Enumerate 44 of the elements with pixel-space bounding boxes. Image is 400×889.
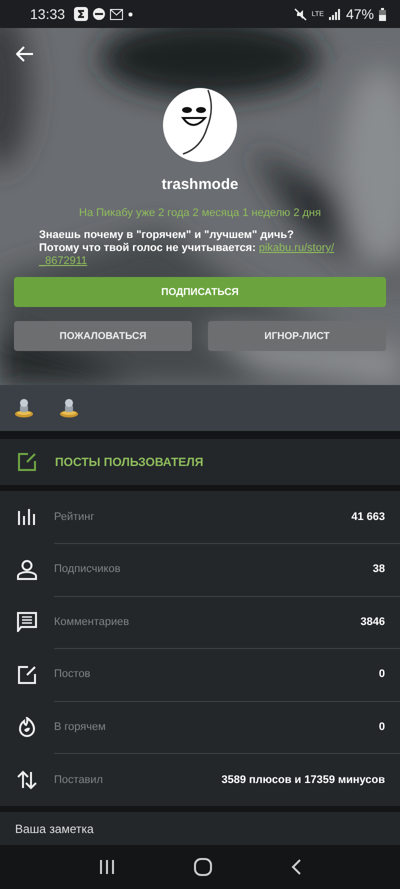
stat-value: 38 [372, 563, 385, 576]
story-link[interactable]: pikabu.ru/story/ [258, 242, 334, 254]
edit-icon [17, 664, 37, 685]
stat-value: 0 [378, 720, 385, 733]
signal-icon [328, 8, 341, 20]
stat-label: Комментариев [54, 616, 130, 628]
stat-label: Поставил [54, 774, 103, 786]
trophy-icon [59, 398, 79, 418]
circle-icon [93, 8, 106, 20]
stat-value: 3846 [360, 616, 385, 628]
ignore-list-button[interactable]: ИГНОР-ЛИСТ [208, 321, 386, 351]
flame-icon [18, 717, 36, 738]
back-icon[interactable] [290, 859, 301, 875]
notification-icon [74, 7, 88, 21]
edit-icon [17, 452, 37, 472]
trophy-icon [14, 398, 34, 418]
battery-icon [379, 8, 386, 20]
mail-icon [110, 8, 124, 20]
up-down-arrows-icon [17, 770, 37, 790]
bio-text: Знаешь почему в "горячем" и "лучшем" дичь? Потому что твой голос не учитывается: pikabu.ru/story/ _8672911 [39, 229, 336, 268]
note-title: Ваша заметка [15, 822, 94, 836]
stat-value: 0 [378, 668, 385, 680]
dot-icon [128, 12, 134, 16]
stat-label: Постов [54, 668, 90, 680]
story-link[interactable]: _8672911 [39, 255, 88, 267]
stat-value: 41 663 [351, 510, 385, 523]
comment-icon [17, 612, 37, 632]
stat-label: В горячем [54, 720, 106, 733]
mute-icon [294, 8, 307, 20]
stat-value: 3589 плюсов и 17359 минусов [221, 774, 385, 786]
member-since: На Пикабу уже 2 года 2 месяца 1 неделю 2 дня [79, 207, 321, 219]
subscribe-button[interactable]: ПОДПИСАТЬСЯ [14, 277, 386, 307]
status-time: 13:33 [30, 6, 66, 22]
stat-label: Подписчиков [54, 563, 120, 576]
home-icon[interactable] [194, 858, 212, 876]
stat-label: Рейтинг [54, 510, 94, 523]
username: trashmode [162, 176, 238, 193]
recent-apps-icon[interactable] [99, 860, 116, 874]
battery-level: 47% [346, 6, 374, 22]
bar-chart-icon [18, 509, 36, 526]
back-button[interactable] [14, 44, 36, 64]
user-posts-row[interactable]: ПОСТЫ ПОЛЬЗОВАТЕЛЯ [0, 439, 400, 485]
person-icon [17, 560, 37, 580]
report-button[interactable]: ПОЖАЛОВАТЬСЯ [14, 321, 192, 351]
